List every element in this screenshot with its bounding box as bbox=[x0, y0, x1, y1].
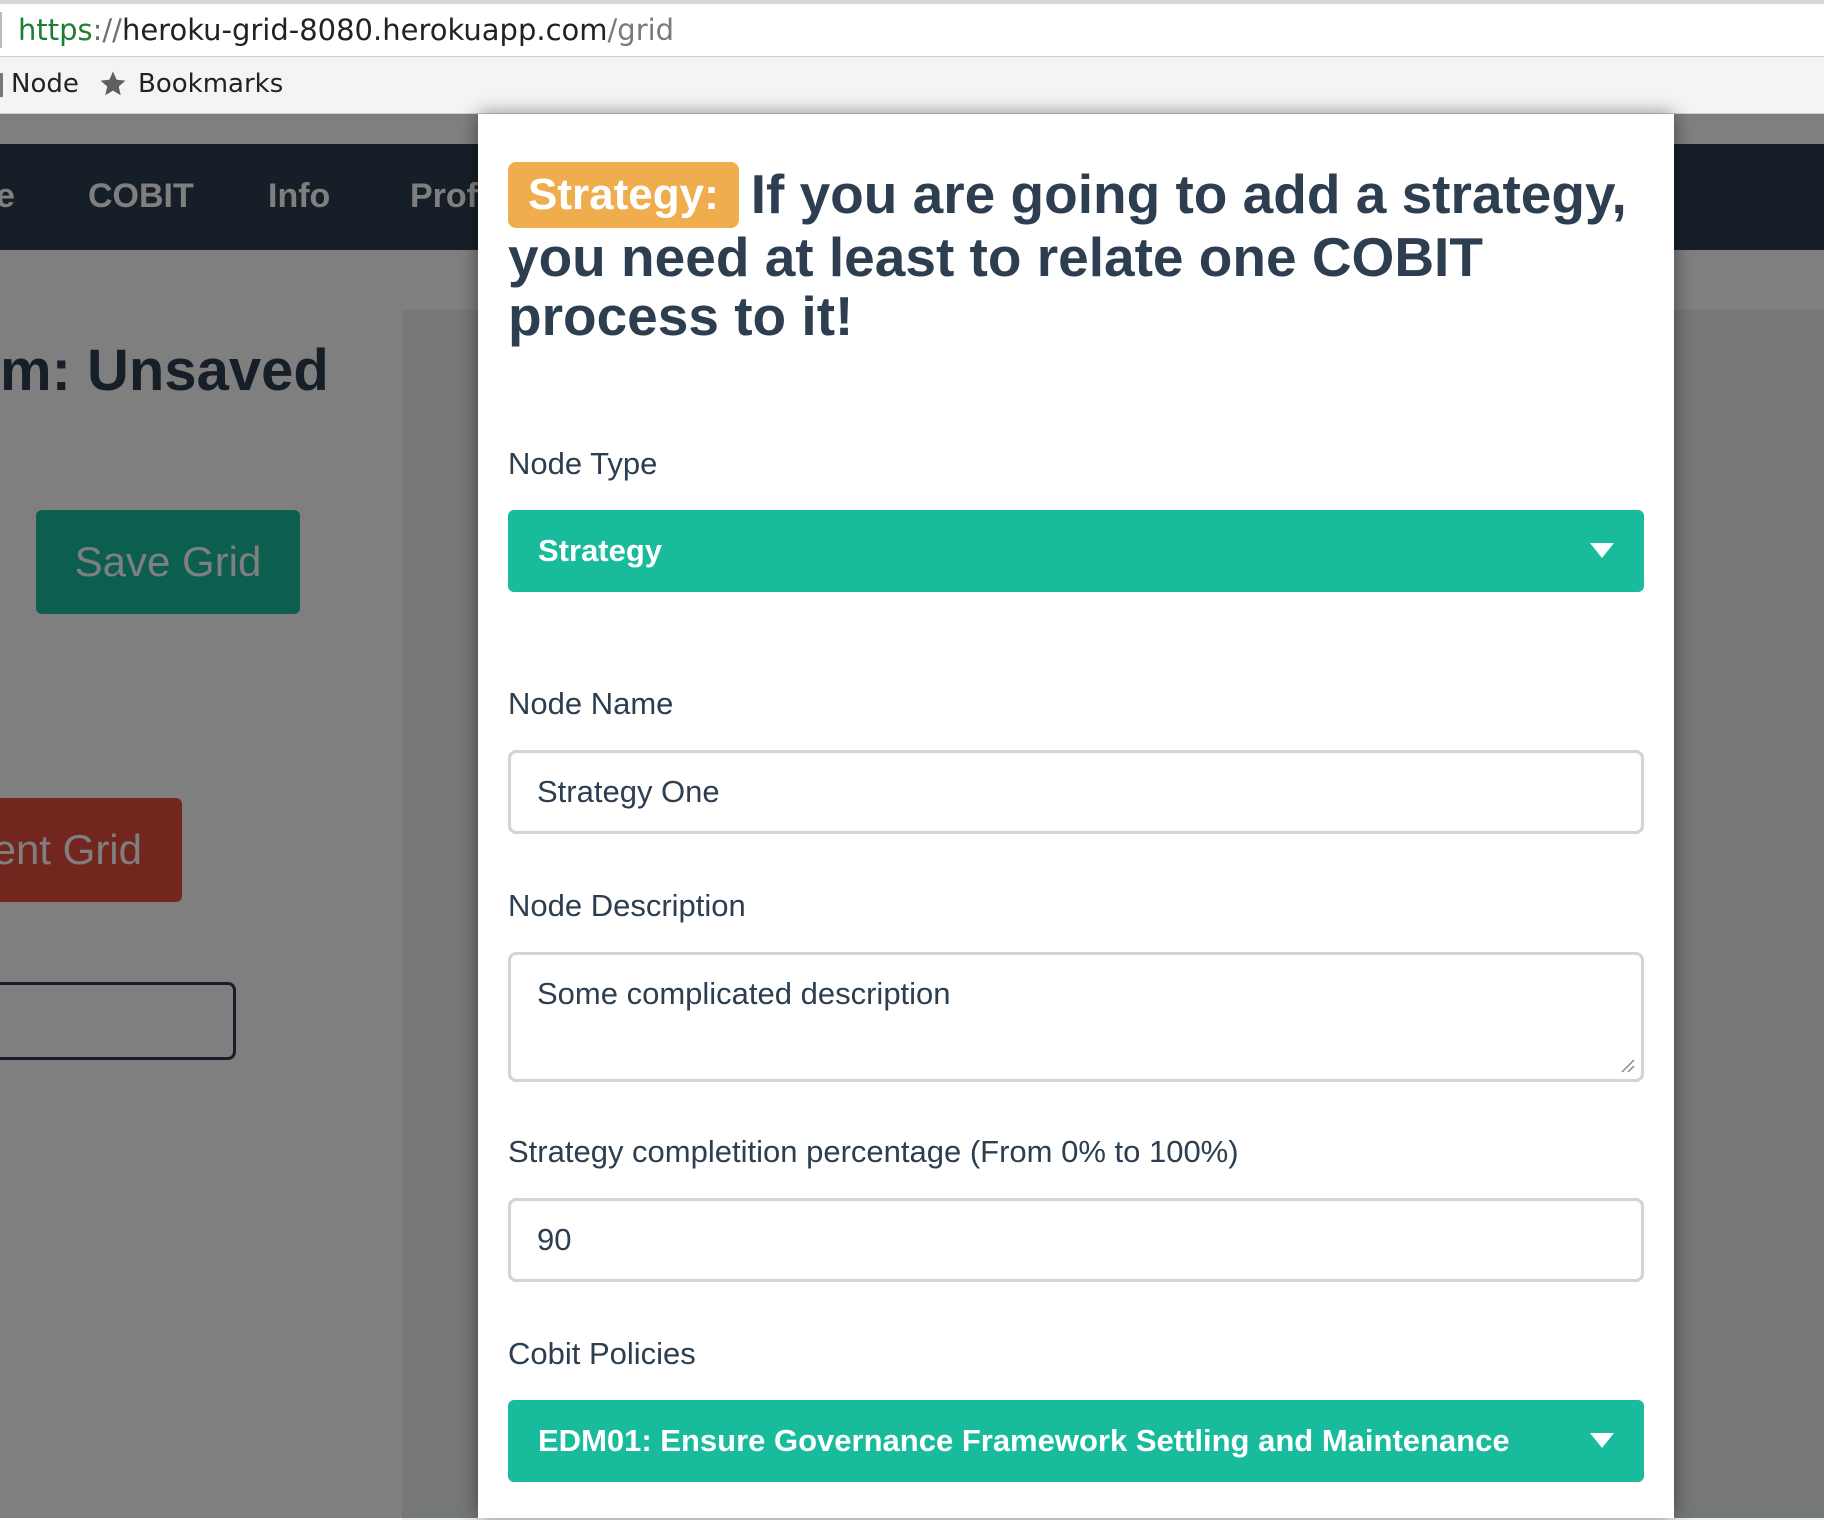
node-description-label: Node Description bbox=[508, 888, 746, 923]
url-path: /grid bbox=[607, 13, 675, 47]
star-icon bbox=[100, 71, 126, 96]
bookmark-node[interactable]: Node bbox=[11, 67, 79, 101]
caret-down-icon bbox=[1590, 543, 1614, 558]
resize-handle-icon[interactable] bbox=[1619, 1057, 1635, 1073]
url-host: heroku-grid-8080.herokuapp.com bbox=[121, 13, 608, 47]
modal-scrolled-text: · · · · · · · · · · · · · bbox=[508, 114, 815, 130]
node-name-input[interactable]: Strategy One bbox=[508, 750, 1644, 834]
cobit-policies-label: Cobit Policies bbox=[508, 1336, 696, 1371]
modal-heading: Strategy: If you are going to add a strat… bbox=[508, 162, 1648, 346]
caret-down-icon bbox=[1590, 1433, 1614, 1448]
cobit-policies-select[interactable]: EDM01: Ensure Governance Framework Settl… bbox=[508, 1400, 1644, 1482]
address-bar[interactable]: https://heroku-grid-8080.herokuapp.com/g… bbox=[0, 4, 1824, 57]
node-name-label: Node Name bbox=[508, 686, 674, 721]
completion-percentage-label: Strategy completition percentage (From 0… bbox=[508, 1134, 1239, 1169]
node-description-textarea[interactable]: Some complicated description bbox=[508, 952, 1644, 1082]
bookmarks-folder[interactable]: Bookmarks bbox=[138, 67, 283, 101]
url-scheme: https bbox=[18, 13, 93, 47]
node-type-label: Node Type bbox=[508, 446, 658, 481]
url-separator: :// bbox=[92, 13, 122, 47]
node-type-value: Strategy bbox=[538, 533, 663, 568]
strategy-badge: Strategy: bbox=[508, 162, 739, 228]
bookmark-folder-edge bbox=[0, 73, 3, 97]
cobit-policies-value: EDM01: Ensure Governance Framework Settl… bbox=[538, 1423, 1510, 1458]
bookmarks-bar: Node Bookmarks bbox=[0, 57, 1824, 114]
node-type-select[interactable]: Strategy bbox=[508, 510, 1644, 592]
completion-percentage-input[interactable]: 90 bbox=[508, 1198, 1644, 1282]
url-text[interactable]: https://heroku-grid-8080.herokuapp.com/g… bbox=[18, 13, 674, 47]
add-node-modal: · · · · · · · · · · · · · Strategy:If yo… bbox=[478, 114, 1674, 1518]
node-description-value: Some complicated description bbox=[537, 976, 951, 1011]
address-bar-edge bbox=[0, 12, 2, 48]
